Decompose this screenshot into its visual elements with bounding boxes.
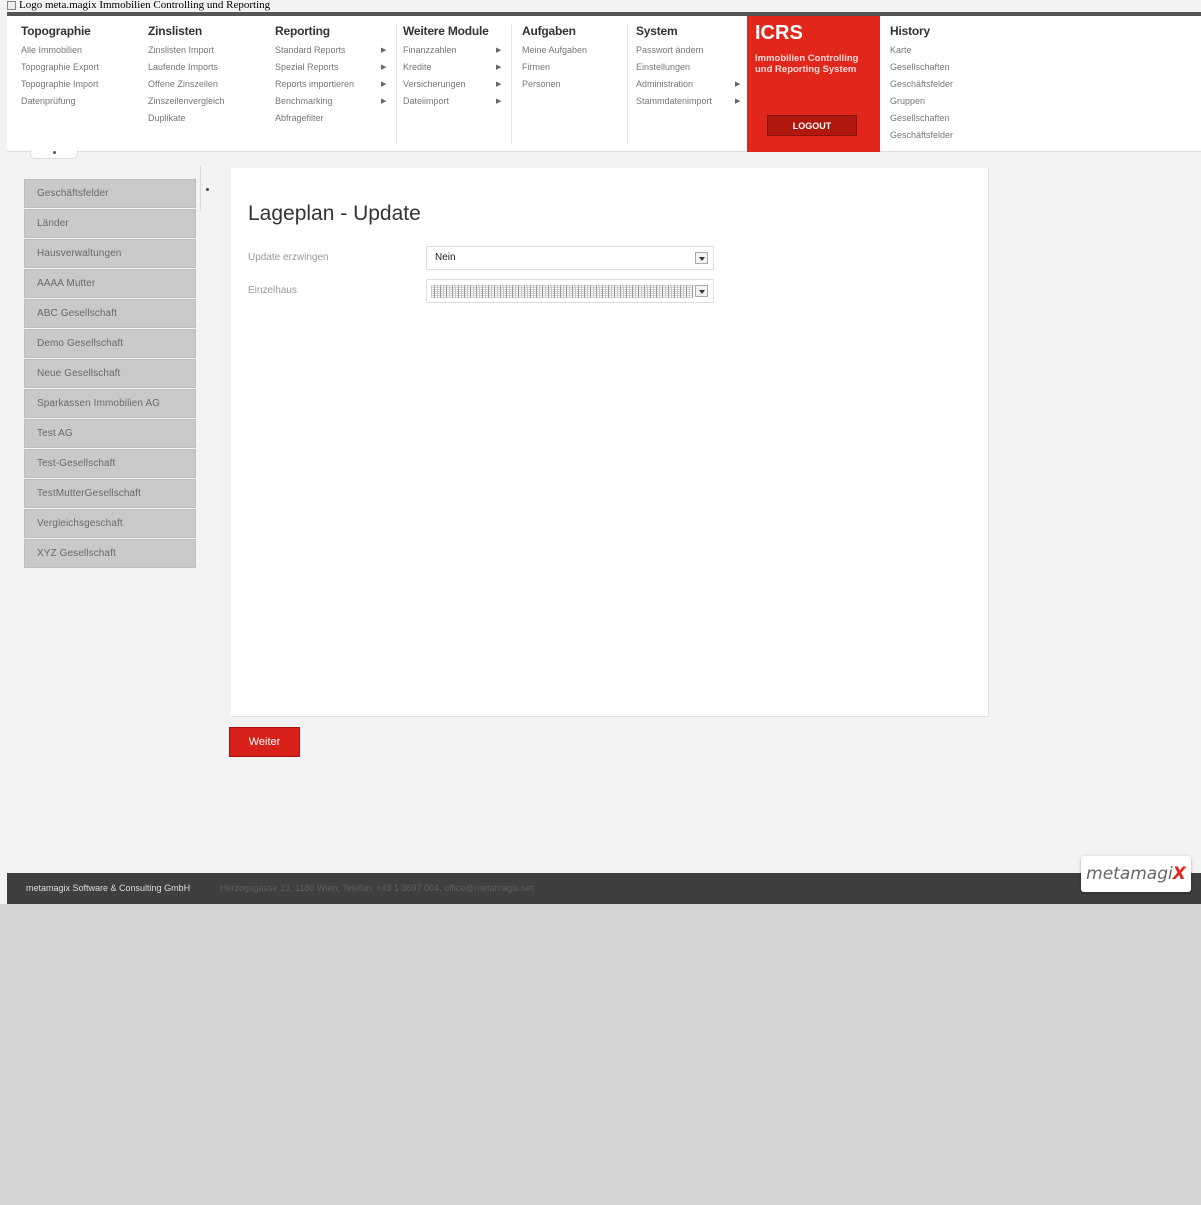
mega-menu: Topographie Alle Immobilien Topographie … — [7, 16, 1201, 152]
menu-item[interactable]: Zinslisten Import — [148, 42, 225, 59]
update-erzwingen-select[interactable]: Nein — [426, 246, 714, 270]
menu-item[interactable]: Stammdatenimport ▶ — [636, 93, 741, 110]
page-title: Lageplan - Update — [248, 202, 421, 225]
menu-item[interactable]: Gesellschaften — [890, 59, 953, 76]
menu-item[interactable]: Benchmarking ▶ — [275, 93, 393, 110]
menu-item[interactable]: Geschäftsfelder — [890, 76, 953, 93]
menu-item[interactable]: Abfragefilter — [275, 110, 393, 127]
menu-title-zinslisten[interactable]: Zinslisten — [148, 24, 225, 38]
sidebar-item[interactable]: Demo Gesellschaft — [24, 329, 196, 358]
sidebar-item[interactable]: Hausverwaltungen — [24, 239, 196, 268]
icrs-title: ICRS — [755, 22, 803, 44]
menu-item[interactable]: Passwort ändern — [636, 42, 741, 59]
broken-image-alt-text: Logo meta.magix Immobilien Controlling u… — [19, 0, 271, 11]
sidebar-item[interactable]: Test AG — [24, 419, 196, 448]
menu-title-aufgaben[interactable]: Aufgaben — [522, 24, 587, 38]
submenu-arrow-icon: ▶ — [735, 81, 741, 88]
menu-title-system[interactable]: System — [636, 24, 741, 38]
sidebar-item[interactable]: Test-Gesellschaft — [24, 449, 196, 478]
menu-title-weitere-module[interactable]: Weitere Module — [403, 24, 503, 38]
menu-title-topographie[interactable]: Topographie — [21, 24, 99, 38]
submenu-arrow-icon: ▶ — [381, 98, 387, 105]
menu-col-weitere-module: Weitere Module Finanzzahlen ▶ Kredite ▶ Ve… — [403, 24, 503, 110]
menu-title-reporting[interactable]: Reporting — [275, 24, 393, 38]
menu-item[interactable]: Karte — [890, 42, 953, 59]
sidebar-item[interactable]: TestMutterGesellschaft — [24, 479, 196, 508]
einzelhaus-label: Einzelhaus — [248, 285, 297, 296]
dropdown-arrow-icon[interactable] — [695, 285, 708, 297]
sidebar-item[interactable]: ABC Gesellschaft — [24, 299, 196, 328]
footer: metamagix Software & Consulting GmbH Her… — [7, 873, 1201, 904]
sidebar-item[interactable]: XYZ Gesellschaft — [24, 539, 196, 568]
menu-item[interactable]: Reports importieren ▶ — [275, 76, 393, 93]
menu-item[interactable]: Personen — [522, 76, 587, 93]
einzelhaus-select[interactable] — [426, 279, 714, 303]
menu-item[interactable]: Finanzzahlen ▶ — [403, 42, 503, 59]
sidebar-item[interactable]: Geschäftsfelder — [24, 179, 196, 208]
submenu-arrow-icon: ▶ — [381, 81, 387, 88]
menu-col-aufgaben: Aufgaben Meine Aufgaben Firmen Personen — [522, 24, 587, 93]
sidebar-item[interactable]: Vergleichsgeschaft — [24, 509, 196, 538]
submenu-arrow-icon: ▶ — [496, 64, 502, 71]
menu-item[interactable]: Kredite ▶ — [403, 59, 503, 76]
handle-dot-icon — [206, 188, 209, 191]
menu-item[interactable]: Laufende Imports — [148, 59, 225, 76]
metamagix-logo: metamagiX — [1081, 856, 1191, 892]
menu-item[interactable]: Topographie Import — [21, 76, 99, 93]
sidebar-item[interactable]: Sparkassen Immobilien AG — [24, 389, 196, 418]
content-panel: Lageplan - Update Update erzwingen Nein … — [231, 168, 989, 717]
submenu-arrow-icon: ▶ — [381, 64, 387, 71]
menu-item[interactable]: Einstellungen — [636, 59, 741, 76]
menu-item[interactable]: Alle Immobilien — [21, 42, 99, 59]
menu-item[interactable]: Administration ▶ — [636, 76, 741, 93]
footer-company: metamagix Software & Consulting GmbH — [26, 883, 191, 893]
sidebar-item[interactable]: Neue Gesellschaft — [24, 359, 196, 388]
menu-item[interactable]: Geschäftsfelder — [890, 127, 953, 144]
icrs-subtitle: Immobilien Controlling und Reporting Sys… — [755, 53, 859, 75]
menu-col-system: System Passwort ändern Einstellungen Adm… — [636, 24, 741, 110]
menu-col-zinslisten: Zinslisten Zinslisten Import Laufende Im… — [148, 24, 225, 127]
menu-title-history[interactable]: History — [890, 24, 953, 38]
sidebar-item[interactable]: Länder — [24, 209, 196, 238]
menu-item[interactable]: Meine Aufgaben — [522, 42, 587, 59]
submenu-arrow-icon: ▶ — [735, 98, 741, 105]
submenu-arrow-icon: ▶ — [381, 47, 387, 54]
sidebar: Geschäftsfelder Länder Hausverwaltungen … — [24, 179, 196, 569]
logout-button[interactable]: LOGOUT — [767, 115, 857, 136]
menu-item[interactable]: Dateiimport ▶ — [403, 93, 503, 110]
menu-item[interactable]: Zinszeilenvergleich — [148, 93, 225, 110]
submenu-arrow-icon: ▶ — [496, 47, 502, 54]
broken-image-icon — [7, 0, 16, 10]
menu-item[interactable]: Versicherungen ▶ — [403, 76, 503, 93]
menu-item[interactable]: Gruppen — [890, 93, 953, 110]
menu-item[interactable]: Spezial Reports ▶ — [275, 59, 393, 76]
dropdown-arrow-icon[interactable] — [695, 252, 708, 264]
menu-item[interactable]: Topographie Export — [21, 59, 99, 76]
menu-col-history: History Karte Gesellschaften Geschäftsfe… — [890, 24, 953, 144]
icrs-brand-panel: ICRS Immobilien Controlling und Reportin… — [747, 16, 880, 152]
menu-item[interactable]: Datenprüfung — [21, 93, 99, 110]
menu-item[interactable]: Offene Zinszeilen — [148, 76, 225, 93]
submenu-arrow-icon: ▶ — [496, 81, 502, 88]
weiter-button[interactable]: Weiter — [229, 727, 300, 757]
menu-item[interactable]: Duplikate — [148, 110, 225, 127]
menu-collapse-handle[interactable] — [30, 150, 78, 159]
update-erzwingen-value: Nein — [435, 252, 456, 263]
menu-item[interactable]: Standard Reports ▶ — [275, 42, 393, 59]
menu-col-topographie: Topographie Alle Immobilien Topographie … — [21, 24, 99, 110]
menu-item[interactable]: Gesellschaften — [890, 110, 953, 127]
menu-item[interactable]: Firmen — [522, 59, 587, 76]
sidebar-scroll-handle[interactable] — [200, 166, 213, 211]
handle-dot-icon — [53, 151, 56, 154]
menu-col-reporting: Reporting Standard Reports ▶ Spezial Repo… — [275, 24, 393, 127]
update-erzwingen-label: Update erzwingen — [248, 252, 329, 263]
submenu-arrow-icon: ▶ — [496, 98, 502, 105]
app-window: Logo meta.magix Immobilien Controlling u… — [0, 0, 1201, 904]
broken-logo-image: Logo meta.magix Immobilien Controlling u… — [7, 0, 270, 11]
redacted-value — [431, 285, 693, 298]
sidebar-item[interactable]: AAAA Mutter — [24, 269, 196, 298]
footer-address: Herzogsgasse 23, 1180 Wien, Telefon: +43… — [220, 883, 534, 893]
